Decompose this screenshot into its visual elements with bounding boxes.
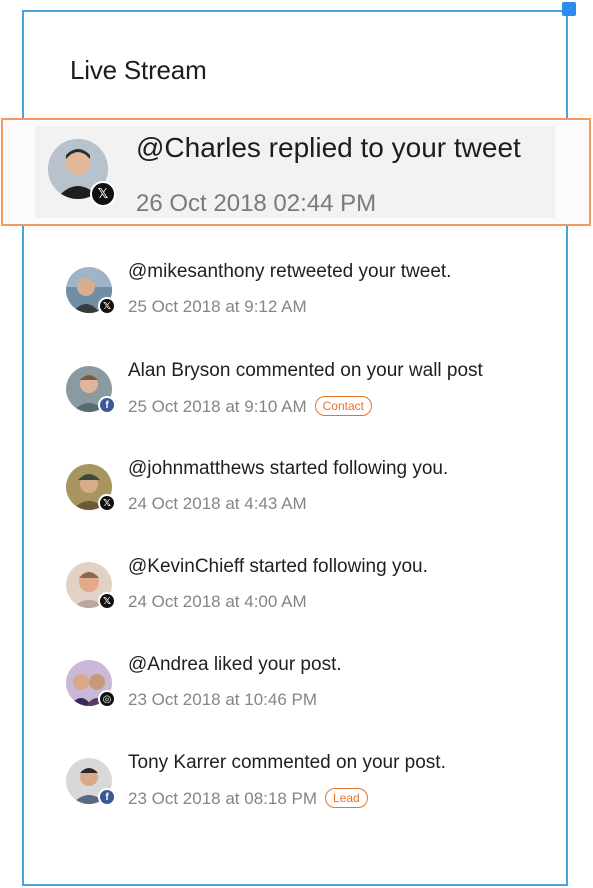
highlighted-timestamp: 26 Oct 2018 02:44 PM: [136, 190, 377, 217]
list-item[interactable]: f Alan Bryson commented on your wall pos…: [0, 360, 593, 436]
list-item[interactable]: ◎ @Andrea liked your post. 23 Oct 2018 a…: [0, 654, 593, 730]
lead-tag[interactable]: Lead: [325, 788, 368, 808]
facebook-icon: f: [98, 396, 116, 414]
list-item[interactable]: 𝕏 @mikesanthony retweeted your tweet. 25…: [0, 261, 593, 337]
item-message: Alan Bryson commented on your wall post: [128, 360, 483, 381]
item-timestamp: 24 Oct 2018 at 4:00 AM: [128, 592, 307, 611]
x-icon: 𝕏: [98, 297, 116, 315]
item-message: Tony Karrer commented on your post.: [128, 752, 446, 773]
item-message: @mikesanthony retweeted your tweet.: [128, 261, 452, 282]
contact-tag[interactable]: Contact: [314, 396, 372, 416]
item-message: @Andrea liked your post.: [128, 654, 342, 675]
item-timestamp: 25 Oct 2018 at 9:10 AM Contact: [128, 396, 372, 417]
panel-title: Live Stream: [70, 55, 207, 85]
item-timestamp: 23 Oct 2018 at 10:46 PM: [128, 690, 318, 709]
item-message: @KevinChieff started following you.: [128, 556, 428, 577]
list-item[interactable]: 𝕏 @KevinChieff started following you. 24…: [0, 556, 593, 632]
item-timestamp: 24 Oct 2018 at 4:43 AM: [128, 494, 307, 513]
x-icon: 𝕏: [90, 181, 116, 207]
highlighted-message: @Charles replied to your tweet: [136, 132, 521, 163]
facebook-icon: f: [98, 788, 116, 806]
resize-handle[interactable]: [562, 2, 576, 16]
list-item[interactable]: f Tony Karrer commented on your post. 23…: [0, 752, 593, 828]
item-message: @johnmatthews started following you.: [128, 458, 449, 479]
x-icon: 𝕏: [98, 494, 116, 512]
x-icon: 𝕏: [98, 592, 116, 610]
item-timestamp: 25 Oct 2018 at 9:12 AM: [128, 297, 307, 316]
list-item[interactable]: 𝕏 @johnmatthews started following you. 2…: [0, 458, 593, 534]
item-timestamp: 23 Oct 2018 at 08:18 PM Lead: [128, 788, 368, 809]
instagram-icon: ◎: [98, 690, 116, 708]
